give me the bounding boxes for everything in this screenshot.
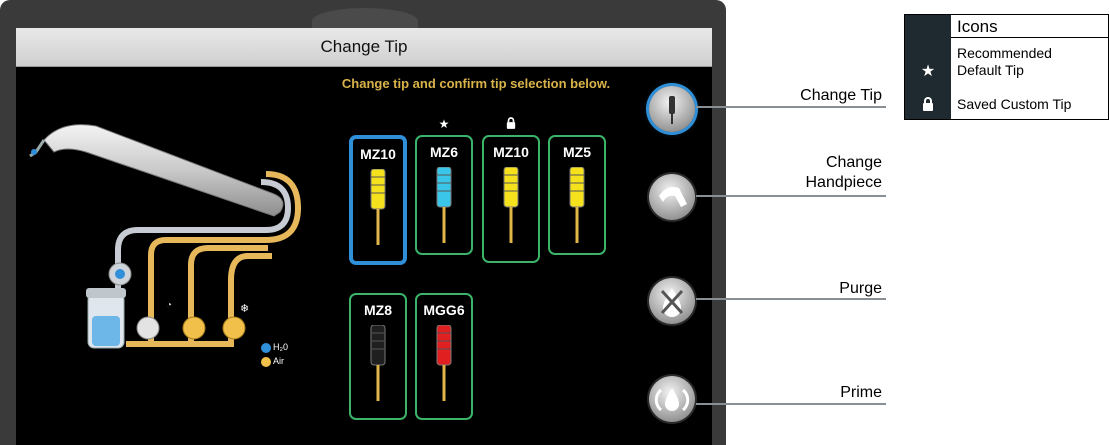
tip-label: MZ5 [563,144,591,160]
tip-label: MZ10 [360,146,396,162]
lock-icon [905,95,951,116]
tip-graphic [436,325,452,401]
legend-row-saved-custom: Saved Custom Tip [957,96,1072,112]
prime-button[interactable] [649,376,695,422]
tip-card-mgg6[interactable]: MGG6 [415,293,473,420]
touch-screen: Change Tip Change tip and confirm tip se… [16,28,712,445]
lock-icon [501,117,521,132]
tip-icon [669,96,675,124]
star-icon: ★ [438,117,450,131]
instruction-text: Change tip and confirm tip selection bel… [341,76,611,91]
purge-button[interactable] [649,278,695,324]
callout-purge: Purge [839,280,882,297]
callout-change-handpiece: Change Handpiece [805,154,883,191]
tip-label: MZ8 [364,302,392,318]
tip-card-mz10[interactable]: MZ10 [349,135,407,265]
droplet-icon [654,388,690,412]
diagram-legend-water: H₂0 [273,342,288,352]
icons-legend: Icons ★ Recommended Default Tip Saved Cus… [904,14,1109,120]
tip-card-mz10[interactable]: MZ10 [482,135,540,263]
callout-prime: Prime [840,384,882,401]
purge-icon [660,288,684,317]
legend-title: Icons [951,15,1108,38]
tip-card-mz5[interactable]: MZ5 [548,135,606,255]
callout-change-tip: Change Tip [800,87,882,104]
device-frame: Change Tip Change tip and confirm tip se… [0,0,726,445]
handpiece-icon [659,187,687,207]
change-handpiece-button[interactable] [649,174,695,220]
tip-label: MZ10 [493,144,529,160]
tip-graphic [436,167,452,243]
svg-text:◔: ◔ [166,300,172,311]
svg-text:❄: ❄ [240,303,249,315]
tip-graphic [370,169,386,245]
tip-graphic [569,167,585,243]
star-icon: ★ [920,63,936,80]
callout-line-change-handpiece [696,195,886,197]
tip-label: MGG6 [423,302,465,318]
callout-line-change-tip [696,106,886,108]
tip-card-mz8[interactable]: MZ8 [349,293,407,420]
diagram-legend-air: Air [273,356,284,366]
tip-graphic [370,325,386,401]
callout-line-prime [696,403,886,405]
legend-row-recommended: Recommended Default Tip [957,45,1052,78]
screen-title: Change Tip [16,28,712,67]
tip-graphic [503,167,519,243]
tip-label: MZ6 [430,144,458,160]
tip-card-mz6[interactable]: MZ6 [415,135,473,255]
change-tip-button[interactable] [649,86,695,132]
